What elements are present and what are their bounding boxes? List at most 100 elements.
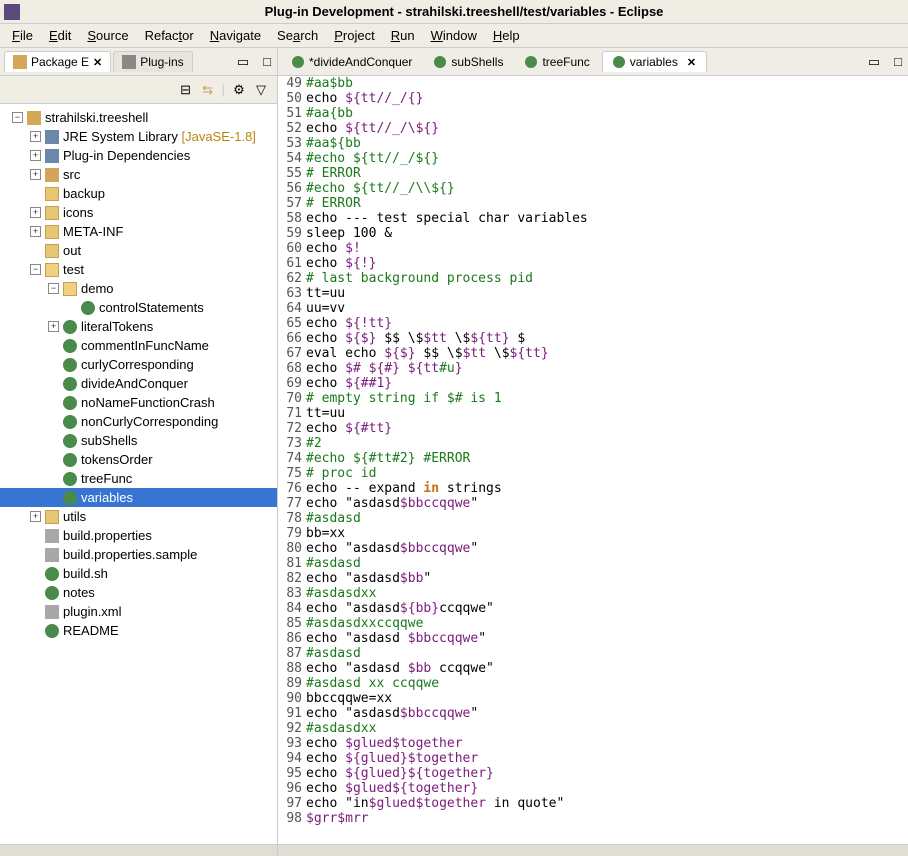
code-line[interactable]: 61echo ${!} <box>282 256 908 271</box>
expand-icon[interactable]: − <box>12 112 23 123</box>
code-line[interactable]: 86echo "asdasd $bbccqqwe" <box>282 631 908 646</box>
code-line[interactable]: 90bbccqqwe=xx <box>282 691 908 706</box>
filter-icon[interactable]: ⚙ <box>231 82 247 98</box>
editor-tab-treeFunc[interactable]: treeFunc <box>515 52 599 72</box>
tree-item-jre-system-library[interactable]: +JRE System Library [JavaSE-1.8] <box>0 127 277 146</box>
menu-window[interactable]: Window <box>431 28 477 43</box>
code-line[interactable]: 66echo ${$} $$ \$$tt \$${tt} $ <box>282 331 908 346</box>
tree-item-plug-in-dependencies[interactable]: +Plug-in Dependencies <box>0 146 277 165</box>
code-line[interactable]: 97echo "in$glued$together in quote" <box>282 796 908 811</box>
code-line[interactable]: 74#echo ${#tt#2} #ERROR <box>282 451 908 466</box>
editor-tab-divideAndConquer[interactable]: *divideAndConquer <box>282 52 422 72</box>
code-line[interactable]: 51#aa{bb <box>282 106 908 121</box>
horizontal-scrollbar[interactable] <box>0 844 277 856</box>
code-line[interactable]: 93echo $glued$together <box>282 736 908 751</box>
link-editor-icon[interactable]: ⇆ <box>200 82 216 98</box>
tree-item-literaltokens[interactable]: +literalTokens <box>0 317 277 336</box>
view-menu-icon[interactable]: ▽ <box>253 82 269 98</box>
code-line[interactable]: 87#asdasd <box>282 646 908 661</box>
code-line[interactable]: 70# empty string if $# is 1 <box>282 391 908 406</box>
tree-item-meta-inf[interactable]: +META-INF <box>0 222 277 241</box>
code-line[interactable]: 56#echo ${tt//_/\\${} <box>282 181 908 196</box>
collapse-all-icon[interactable]: ⊟ <box>178 82 194 98</box>
maximize-icon[interactable]: □ <box>888 54 908 69</box>
tree-item-build-properties-sample[interactable]: build.properties.sample <box>0 545 277 564</box>
tree-item-noncurlycorresponding[interactable]: nonCurlyCorresponding <box>0 412 277 431</box>
code-line[interactable]: 59sleep 100 & <box>282 226 908 241</box>
code-line[interactable]: 80echo "asdasd$bbccqqwe" <box>282 541 908 556</box>
code-line[interactable]: 76echo -- expand in strings <box>282 481 908 496</box>
code-line[interactable]: 58echo --- test special char variables <box>282 211 908 226</box>
tree-item-plugin-xml[interactable]: plugin.xml <box>0 602 277 621</box>
tree-item-tokensorder[interactable]: tokensOrder <box>0 450 277 469</box>
code-line[interactable]: 64uu=vv <box>282 301 908 316</box>
code-line[interactable]: 55# ERROR <box>282 166 908 181</box>
code-line[interactable]: 67eval echo ${$} $$ \$$tt \$${tt} <box>282 346 908 361</box>
expand-icon[interactable]: − <box>30 264 41 275</box>
code-line[interactable]: 92#asdasdxx <box>282 721 908 736</box>
code-line[interactable]: 50echo ${tt//_/{} <box>282 91 908 106</box>
editor-horizontal-scrollbar[interactable] <box>278 844 908 856</box>
tree-item-treefunc[interactable]: treeFunc <box>0 469 277 488</box>
code-line[interactable]: 96echo $glued${together} <box>282 781 908 796</box>
tree-item-src[interactable]: +src <box>0 165 277 184</box>
code-line[interactable]: 69echo ${##1} <box>282 376 908 391</box>
tree-item-notes[interactable]: notes <box>0 583 277 602</box>
code-line[interactable]: 53#aa${bb <box>282 136 908 151</box>
expand-icon[interactable]: + <box>30 150 41 161</box>
menu-source[interactable]: Source <box>87 28 128 43</box>
package-tree[interactable]: −strahilski.treeshell+JRE System Library… <box>0 104 277 844</box>
code-line[interactable]: 79bb=xx <box>282 526 908 541</box>
code-line[interactable]: 95echo ${glued}${together} <box>282 766 908 781</box>
tree-item-test[interactable]: −test <box>0 260 277 279</box>
tree-item-build-sh[interactable]: build.sh <box>0 564 277 583</box>
code-line[interactable]: 71tt=uu <box>282 406 908 421</box>
code-line[interactable]: 62# last background process pid <box>282 271 908 286</box>
menu-navigate[interactable]: Navigate <box>210 28 261 43</box>
close-icon[interactable]: ✕ <box>93 56 102 69</box>
code-line[interactable]: 85#asdasdxxccqqwe <box>282 616 908 631</box>
tree-item-utils[interactable]: +utils <box>0 507 277 526</box>
tree-item-subshells[interactable]: subShells <box>0 431 277 450</box>
expand-icon[interactable]: + <box>30 207 41 218</box>
code-line[interactable]: 73#2 <box>282 436 908 451</box>
code-line[interactable]: 82echo "asdasd$bb" <box>282 571 908 586</box>
tab-package-explorer[interactable]: Package E ✕ <box>4 51 111 72</box>
menu-help[interactable]: Help <box>493 28 520 43</box>
expand-icon[interactable]: + <box>48 321 59 332</box>
expand-icon[interactable]: + <box>30 169 41 180</box>
tree-item-strahilski-treeshell[interactable]: −strahilski.treeshell <box>0 108 277 127</box>
tree-item-build-properties[interactable]: build.properties <box>0 526 277 545</box>
tree-item-controlstatements[interactable]: controlStatements <box>0 298 277 317</box>
tree-item-commentinfuncname[interactable]: commentInFuncName <box>0 336 277 355</box>
code-line[interactable]: 84echo "asdasd${bb}ccqqwe" <box>282 601 908 616</box>
minimize-icon[interactable]: ▭ <box>231 54 255 70</box>
code-line[interactable]: 89#asdasd xx ccqqwe <box>282 676 908 691</box>
menu-refactor[interactable]: Refactor <box>145 28 194 43</box>
code-line[interactable]: 91echo "asdasd$bbccqqwe" <box>282 706 908 721</box>
tree-item-readme[interactable]: README <box>0 621 277 640</box>
maximize-icon[interactable]: □ <box>257 54 277 69</box>
code-line[interactable]: 75# proc id <box>282 466 908 481</box>
expand-icon[interactable]: + <box>30 226 41 237</box>
menu-run[interactable]: Run <box>391 28 415 43</box>
tree-item-backup[interactable]: backup <box>0 184 277 203</box>
expand-icon[interactable]: + <box>30 131 41 142</box>
tree-item-divideandconquer[interactable]: divideAndConquer <box>0 374 277 393</box>
code-line[interactable]: 65echo ${!tt} <box>282 316 908 331</box>
code-editor[interactable]: 49#aa$bb50echo ${tt//_/{}51#aa{bb52echo … <box>278 76 908 844</box>
menu-project[interactable]: Project <box>334 28 374 43</box>
code-line[interactable]: 98$grr$mrr <box>282 811 908 826</box>
code-line[interactable]: 83#asdasdxx <box>282 586 908 601</box>
close-icon[interactable]: ✕ <box>687 56 696 69</box>
code-line[interactable]: 52echo ${tt//_/\${} <box>282 121 908 136</box>
tree-item-variables[interactable]: variables <box>0 488 277 507</box>
menu-file[interactable]: File <box>12 28 33 43</box>
code-line[interactable]: 60echo $! <box>282 241 908 256</box>
code-line[interactable]: 54#echo ${tt//_/${} <box>282 151 908 166</box>
expand-icon[interactable]: − <box>48 283 59 294</box>
editor-tab-subShells[interactable]: subShells <box>424 52 513 72</box>
menu-edit[interactable]: Edit <box>49 28 71 43</box>
code-line[interactable]: 88echo "asdasd $bb ccqqwe" <box>282 661 908 676</box>
code-line[interactable]: 49#aa$bb <box>282 76 908 91</box>
